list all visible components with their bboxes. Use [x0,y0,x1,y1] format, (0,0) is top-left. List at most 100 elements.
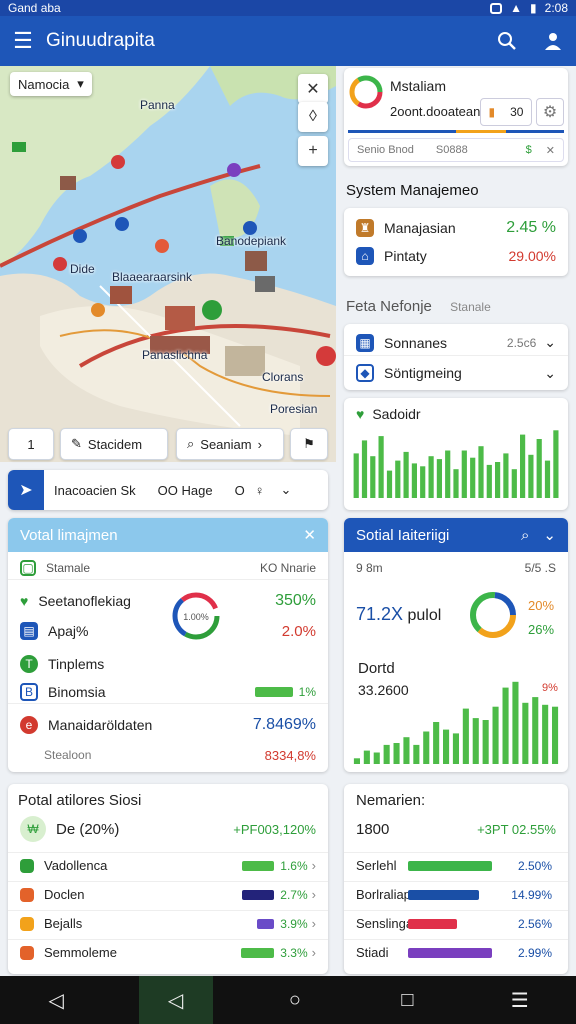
numerien-header-value: +3PT 02.55% [477,821,556,837]
app-bar: ☰ Ginuudrapita [0,16,576,66]
zoom-in-button[interactable]: + [298,136,328,166]
map-button-stacidem-label: Stacidem [87,436,143,452]
total-row[interactable]: ▤ Apaj% 2.0% [8,618,328,644]
map-view[interactable]: Namocia ▾ ✕ ◊ + Panna Dide Banodepiank B… [0,66,336,462]
search-icon: ⌕ [187,436,195,451]
feta-row-label: Söntigmeing [384,365,462,381]
social-col-left: 9 8m [356,561,383,575]
summary-counter-value: 30 [510,105,524,119]
settings-button[interactable]: ⚙ [536,98,564,126]
map-button-1[interactable]: 1 [8,428,54,460]
alert-icon: e [20,716,38,734]
map-button-flag[interactable]: ⚑ [290,428,328,460]
sadoidr-title: Sadoidr [372,406,421,422]
map-button-seaniam[interactable]: ⌕ Seaniam › [176,428,284,460]
summary-progress-accent [456,130,506,133]
search-icon[interactable] [484,16,530,66]
numerien-row[interactable]: Borlraliapn 14.99% [344,881,568,907]
row-icon [20,887,34,902]
total-row-label: Seetanoflekiag [38,593,131,609]
more-icon[interactable]: ☰ [490,988,550,1013]
potal-row[interactable]: Bejalls 3.9% › [8,910,328,936]
chevron-down-icon[interactable]: ⌄ [543,526,556,544]
potal-row[interactable]: Vadollenca 1.6% › [8,852,328,878]
social-bar [522,702,529,764]
numerien-row-bar [408,860,492,871]
map-dropdown[interactable]: Namocia ▾ [10,72,92,96]
navigation-hage: OO Hage [157,482,213,498]
close-icon[interactable]: ✕ [546,144,555,157]
total-row[interactable]: ♥ Seetanoflekiag 350% [8,588,328,614]
total-row[interactable]: e Manaidaröldaten 7.8469% [8,712,328,738]
house-icon: ⌂ [356,247,374,265]
navigation-icon: ➤ [8,470,44,510]
numerien-row[interactable]: Serlehl 2.50% [344,852,568,878]
home-icon[interactable]: ○ [265,989,325,1012]
system-row-label: Manajasian [384,220,456,236]
layer-button[interactable]: ◊ [298,102,328,132]
system-row-value: 29.00% [508,248,556,264]
back-active-icon[interactable]: ◁ [138,976,213,1024]
notification-icon [490,2,503,14]
system-row[interactable]: ♜ Manajasian 2.45 % [344,216,568,240]
recents-icon[interactable]: □ [377,989,437,1012]
feta-row[interactable]: ▦ Sonnanes 2.5c6 ⌄ [344,330,568,356]
social-card-title: Sotial Iaiteriigi [356,526,450,544]
wifi-icon: ▲ [510,1,523,15]
search-icon[interactable]: ⌕ [521,527,529,544]
summary-footer-left: Senio Bnod [357,144,414,156]
close-icon[interactable]: ✕ [303,526,316,544]
circle-icon: T [20,655,38,673]
dollar-icon[interactable]: $ [526,144,532,156]
map-button-stacidem[interactable]: ✎ Stacidem [60,428,168,460]
menu-icon[interactable]: ☰ [0,16,46,66]
chevron-down-icon[interactable]: ⌄ [280,482,291,498]
sadoidr-bar [453,469,459,498]
map-dropdown-label: Namocia [18,76,70,92]
total-row-label: Apaj% [48,623,89,639]
potal-row-bar [241,947,275,958]
system-management-card: ♜ Manajasian 2.45 % ⌂ Pintaty 29.00% [344,208,568,276]
sadoidr-bar [520,434,526,498]
potal-row-value: 3.9% [280,916,308,931]
numerien-row[interactable]: Stiadi 2.99% [344,939,568,965]
potal-row-label: Vadollenca [44,858,108,873]
sadoidr-bar [411,463,417,498]
map-label: Panna [140,98,175,112]
navigation-strip[interactable]: ➤ Inacoacien Sk OO Hage O ♀ ⌄ [8,470,328,510]
social-big: 71.2X pulol [356,604,441,625]
total-row[interactable]: T Tinplems [8,652,328,676]
map-label: Clorans [262,370,304,384]
sadoidr-bar [536,439,542,498]
numerien-title: Nemarien: [356,792,426,809]
account-icon[interactable] [530,16,576,66]
numerien-row[interactable]: Senslingar 2.56% [344,910,568,936]
potal-row[interactable]: Doclen 2.7% › [8,881,328,907]
social-bar [492,706,499,764]
feta-row[interactable]: ◆ Söntigmeing ⌄ [344,360,568,386]
total-row[interactable]: B Binomsia 1% [8,680,328,704]
sadoidr-bar [544,460,551,498]
total-row[interactable]: Stealoon 8334,8% [8,744,328,766]
map-button-1-label: 1 [27,436,35,452]
sadoidr-bar [386,470,393,498]
sadoidr-chart-card: ♥ Sadoidr [344,398,568,510]
summary-counter[interactable]: ▮ 30 [480,98,532,126]
sadoidr-bar [361,440,368,498]
map-button-seaniam-label: Seaniam [200,436,252,452]
social-big-value: 71.2X [356,604,404,624]
social-bar [393,743,400,764]
total-card-columns: ▢ Stamale KO Nnarie [8,556,328,580]
potal-row[interactable]: Semmoleme 3.3% › [8,939,328,965]
numerien-row-label: Senslingar [356,916,418,931]
social-bar [433,722,440,764]
square-icon: B [20,682,38,701]
social-sub-title: Dortd [358,660,395,677]
numerien-row-label: Borlraliapn [356,887,419,902]
heart-icon: ♥ [20,593,29,609]
back-icon[interactable]: ◁ [26,988,86,1013]
sadoidr-bar [553,430,559,498]
compass-button[interactable]: ✕ [298,74,328,104]
system-row[interactable]: ⌂ Pintaty 29.00% [344,244,568,268]
system-navigation-bar: ◁ ◁ ○ □ ☰ [0,976,576,1024]
